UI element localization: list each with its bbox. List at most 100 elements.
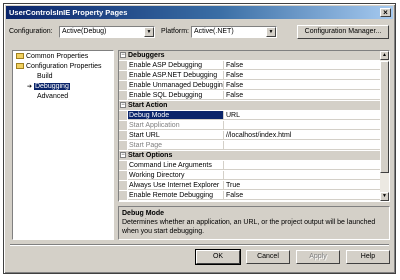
property-name: Enable Unmanaged Debugging <box>128 81 224 90</box>
row-gutter <box>119 91 127 100</box>
configuration-value: Active(Debug) <box>62 28 107 35</box>
property-value[interactable]: False <box>224 81 381 90</box>
close-icon: × <box>383 8 388 17</box>
property-value[interactable]: False <box>224 71 381 80</box>
row-gutter <box>119 71 127 80</box>
tree-item-label: Configuration Properties <box>26 63 102 70</box>
ok-button[interactable]: OK <box>195 249 241 265</box>
configuration-select[interactable]: Active(Debug) ▼ <box>59 26 155 38</box>
row-gutter <box>119 141 127 150</box>
row-gutter <box>119 111 127 120</box>
property-value[interactable] <box>224 171 381 180</box>
configuration-manager-button[interactable]: Configuration Manager... <box>297 25 389 39</box>
property-value[interactable]: //localhost/index.html <box>224 131 381 140</box>
cancel-button[interactable]: Cancel <box>246 250 290 264</box>
tree-item-label: Debugging <box>33 83 70 90</box>
row-gutter <box>119 161 127 170</box>
platform-label: Platform: <box>161 28 190 35</box>
grid-row[interactable]: Enable Unmanaged Debugging False <box>119 81 381 90</box>
ok-label: OK <box>212 253 224 260</box>
scroll-down-icon[interactable]: ▼ <box>380 192 389 201</box>
property-value[interactable] <box>224 141 381 150</box>
property-value[interactable] <box>224 161 381 170</box>
vertical-scrollbar[interactable]: ▲ ▼ <box>380 51 389 201</box>
property-name: Enable Remote Debugging <box>128 191 224 200</box>
tree-item-label: Advanced <box>37 93 69 100</box>
property-name: Enable SQL Debugging <box>128 91 224 100</box>
property-name: Enable ASP Debugging <box>128 61 224 70</box>
grid-row[interactable]: Debug Mode URL <box>119 111 381 120</box>
help-button[interactable]: Help <box>346 250 390 264</box>
property-name: Start Page <box>128 141 224 150</box>
tree-item-common-properties[interactable]: Common Properties <box>16 52 88 62</box>
row-gutter <box>119 131 127 140</box>
collapse-icon[interactable]: − <box>120 102 126 108</box>
pointer-arrow-icon: ➔ <box>27 84 33 90</box>
description-panel: Debug Mode Determines whether an applica… <box>118 206 390 240</box>
row-gutter <box>119 61 127 70</box>
grid-category[interactable]: − Debuggers <box>119 51 381 60</box>
property-name: Start Application <box>128 121 224 130</box>
grid-category-label: Start Options <box>128 152 173 159</box>
collapse-icon[interactable]: − <box>120 152 126 158</box>
property-value[interactable]: False <box>224 91 381 100</box>
tree-item-debugging[interactable]: ➔ Debugging <box>27 82 70 92</box>
divider <box>10 244 389 246</box>
configuration-manager-label: Configuration Manager... <box>304 28 382 35</box>
property-pages-dialog: UserControlsInIE Property Pages × Config… <box>3 3 396 274</box>
property-value[interactable]: True <box>224 181 381 190</box>
property-name: Command Line Arguments <box>128 161 224 170</box>
grid-row[interactable]: Enable ASP.NET Debugging False <box>119 71 381 80</box>
tree-item-advanced[interactable]: Advanced <box>37 92 68 102</box>
grid-category-label: Start Action <box>128 102 168 109</box>
description-title: Debug Mode <box>122 210 164 217</box>
property-grid: − Debuggers Enable ASP Debugging False Enabl… <box>118 50 390 202</box>
row-gutter <box>119 171 127 180</box>
scroll-thumb[interactable] <box>380 61 389 173</box>
property-name: Start URL <box>128 131 224 140</box>
property-value[interactable]: False <box>224 61 381 70</box>
grid-row[interactable]: Enable SQL Debugging False <box>119 91 381 100</box>
chevron-down-icon[interactable]: ▼ <box>266 27 276 37</box>
grid-category[interactable]: − Start Action <box>119 101 381 110</box>
tree-item-label: Build <box>37 73 53 80</box>
tree-item-label: Common Properties <box>26 53 89 60</box>
grid-row[interactable]: Working Directory <box>119 171 381 180</box>
tree-item-build[interactable]: Build <box>37 72 53 82</box>
folder-icon <box>16 53 24 60</box>
grid-row[interactable]: Start Page <box>119 141 381 150</box>
property-value[interactable]: False <box>224 191 381 200</box>
scroll-up-icon[interactable]: ▲ <box>380 51 389 60</box>
property-value[interactable]: URL <box>224 111 381 120</box>
configuration-label: Configuration: <box>9 28 53 35</box>
property-name: Working Directory <box>128 171 224 180</box>
window-title: UserControlsInIE Property Pages <box>9 8 128 17</box>
property-value[interactable] <box>224 121 381 130</box>
grid-row[interactable]: Command Line Arguments <box>119 161 381 170</box>
grid-row[interactable]: Enable ASP Debugging False <box>119 61 381 70</box>
chevron-down-icon[interactable]: ▼ <box>144 27 154 37</box>
property-name: Always Use Internet Explorer <box>128 181 224 190</box>
cancel-label: Cancel <box>257 253 279 260</box>
close-button[interactable]: × <box>380 8 391 17</box>
tree-item-configuration-properties[interactable]: Configuration Properties <box>16 62 102 72</box>
grid-category[interactable]: − Start Options <box>119 151 381 160</box>
grid-row[interactable]: Always Use Internet Explorer True <box>119 181 381 190</box>
platform-select[interactable]: Active(.NET) ▼ <box>191 26 277 38</box>
row-gutter <box>119 81 127 90</box>
description-text: Determines whether an application, an UR… <box>122 219 376 235</box>
title-bar[interactable]: UserControlsInIE Property Pages × <box>6 6 393 19</box>
folder-open-icon <box>16 63 24 70</box>
property-tree: Common Properties Configuration Properti… <box>12 50 114 240</box>
row-gutter <box>119 121 127 130</box>
collapse-icon[interactable]: − <box>120 52 126 58</box>
property-name: Debug Mode <box>128 111 224 120</box>
grid-category-label: Debuggers <box>128 52 165 59</box>
grid-row[interactable]: Start URL//localhost/index.html <box>119 131 381 140</box>
platform-value: Active(.NET) <box>194 28 234 35</box>
apply-button[interactable]: Apply <box>296 250 340 264</box>
apply-label: Apply <box>309 253 327 260</box>
grid-row[interactable]: Start Application <box>119 121 381 130</box>
grid-row[interactable]: Enable Remote Debugging False <box>119 191 381 200</box>
row-gutter <box>119 191 127 200</box>
